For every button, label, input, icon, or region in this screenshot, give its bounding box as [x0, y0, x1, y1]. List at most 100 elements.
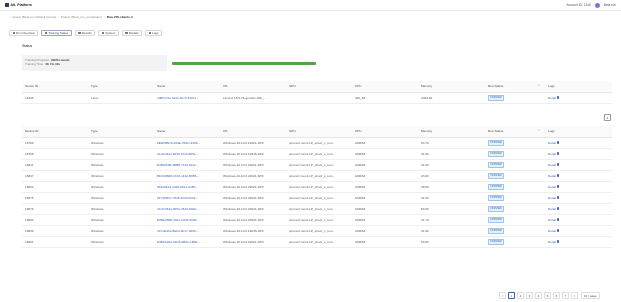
- table-row: 18675 Windows 9F7460FC-7845-2230-0222-... W…: [22, 192, 612, 204]
- overview-icon: [12, 31, 15, 34]
- logs-cell[interactable]: Detail: [545, 159, 612, 171]
- info-icon[interactable]: [556, 207, 560, 210]
- page-button[interactable]: 2: [517, 292, 524, 299]
- logs-cell[interactable]: Detail: [545, 170, 612, 182]
- detail-link[interactable]: Detail: [548, 207, 556, 211]
- app-logo[interactable]: AIL Platform: [5, 3, 32, 7]
- name-link[interactable]: 9F7460FC-7845-2230-0222-...: [154, 192, 220, 204]
- column-header-label: CPU: [355, 129, 362, 134]
- os-cell: Windows-10-10.0.22621-SP0: [220, 137, 286, 149]
- status-badge: FINISHED: [488, 194, 505, 201]
- logs-cell[interactable]: Detail: [545, 148, 612, 160]
- column-header-label: Run Status: [488, 84, 504, 89]
- name-link[interactable]: 82332E13-4329-0814-A38F-...: [154, 181, 220, 193]
- breadcrumb-run: Run-276-clients-4: [106, 14, 133, 19]
- filter-icon[interactable]: ⇅: [538, 84, 540, 87]
- user-name[interactable]: Beta-run: [604, 3, 616, 7]
- run-status-cell: FINISHED: [485, 203, 545, 215]
- detail-link[interactable]: Detail: [548, 229, 556, 233]
- os-cell: Windows-10-10.0.22621-SP0: [220, 159, 286, 171]
- type-cell: Windows: [88, 203, 154, 215]
- tab-models[interactable]: Models: [121, 30, 143, 36]
- tab-training-status[interactable]: Training Status: [41, 30, 72, 36]
- name-link[interactable]: E3B6C200-04C6-0B0A-1B00-...: [154, 236, 220, 248]
- logs-cell[interactable]: Detail: [545, 181, 612, 193]
- tab-results[interactable]: Results: [74, 30, 96, 36]
- avatar[interactable]: [594, 2, 600, 8]
- page-button[interactable]: 7: [562, 292, 569, 299]
- logs-cell[interactable]: Detail: [545, 137, 612, 149]
- detail-link[interactable]: Detail: [548, 141, 556, 145]
- filter-icon[interactable]: ⇅: [538, 129, 540, 132]
- column-header: CPU: [352, 81, 418, 93]
- logs-cell[interactable]: Detail: [545, 192, 612, 204]
- column-header-label: Type: [91, 129, 98, 134]
- column-header-label: Name: [157, 129, 166, 134]
- tab-logs[interactable]: Logs: [145, 30, 163, 36]
- name-link[interactable]: B3660F68-3BBB-7119-6112-...: [154, 159, 220, 171]
- name-link[interactable]: 3d857d7a-3a22-4b73-818f-1...: [154, 92, 220, 104]
- tab-run-overview[interactable]: Run Overview: [9, 30, 39, 36]
- detail-link[interactable]: Detail: [548, 240, 556, 244]
- column-header-label: GPU: [289, 129, 296, 134]
- info-icon[interactable]: [556, 218, 560, 221]
- id-cell: 18136: [22, 92, 88, 104]
- os-cell: Windows-10-10.0.22621-SP0: [220, 181, 286, 193]
- info-icon[interactable]: [556, 152, 560, 155]
- table-row: 18611 Windows B3660F68-3BBB-7119-6112-... W…: [22, 159, 612, 171]
- name-link[interactable]: 4C4C4544-0046-3710-8051-...: [154, 148, 220, 160]
- column-header-label: OS: [223, 84, 228, 89]
- run-status-cell: FINISHED: [485, 214, 545, 226]
- breadcrumb-project[interactable]: Project (Beta_run_production): [61, 15, 102, 19]
- detail-link[interactable]: Detail: [548, 185, 556, 189]
- breadcrumb-separator: >: [57, 14, 60, 19]
- detail-link[interactable]: Detail: [548, 152, 556, 156]
- name-link[interactable]: 0E9D9BC6-263E-7B4C-9306-...: [154, 137, 220, 149]
- name-link[interactable]: BD163B68-2C16-1192-B955-...: [154, 170, 220, 182]
- page-button[interactable]: 5: [544, 292, 551, 299]
- page-button[interactable]: 3: [526, 292, 533, 299]
- info-icon[interactable]: [556, 163, 560, 166]
- page-button[interactable]: 1: [508, 292, 515, 299]
- column-header-label: Name: [157, 84, 166, 89]
- logs-cell[interactable]: Detail: [545, 225, 612, 237]
- logs-cell[interactable]: Detail: [545, 92, 612, 104]
- time-label: Training Time :: [25, 61, 45, 66]
- column-header-label: GPU: [289, 84, 296, 89]
- logs-cell[interactable]: Detail: [545, 203, 612, 215]
- name-link[interactable]: 4C4C4544-005A-3610-8046-...: [154, 203, 220, 215]
- name-link[interactable]: 4371E3A0-5E04-0F17-0099-...: [154, 225, 220, 237]
- gpu-cell: vpumml.meml.LP_struct_c_rem...: [286, 159, 352, 171]
- column-header: Run Status ⇅: [485, 81, 545, 93]
- info-icon[interactable]: [556, 174, 560, 177]
- breadcrumb-group[interactable]: Group (Beta-run Default Group): [12, 15, 56, 19]
- page-button[interactable]: 4: [535, 292, 542, 299]
- table-row: 18760 Windows 0E9D9BC6-263E-7B4C-9306-... W…: [22, 137, 612, 149]
- gpu-cell: vpumml.meml.LP_struct_c_rem...: [286, 236, 352, 248]
- next-page-button[interactable]: >: [571, 292, 578, 299]
- info-icon[interactable]: [556, 240, 560, 243]
- detail-link[interactable]: Detail: [548, 163, 556, 167]
- detail-link[interactable]: Detail: [548, 174, 556, 178]
- name-link[interactable]: E96EA5B0-3321-C636-5000-...: [154, 214, 220, 226]
- info-icon[interactable]: [556, 185, 560, 188]
- info-icon[interactable]: [556, 141, 560, 144]
- prev-page-button[interactable]: <: [499, 292, 506, 299]
- memory-cell: 63.90: [418, 236, 485, 248]
- type-cell: Windows: [88, 181, 154, 193]
- home-icon[interactable]: ⌂: [9, 15, 11, 19]
- tab-system[interactable]: System: [98, 30, 119, 36]
- status-summary: Training Progress : 20/20 rounds Trainin…: [22, 55, 167, 71]
- info-icon[interactable]: [556, 96, 560, 99]
- detail-link[interactable]: Detail: [548, 196, 556, 200]
- os-cell: Windows-10-10.0.22621-SP0: [220, 192, 286, 204]
- info-icon[interactable]: [556, 229, 560, 232]
- detail-link[interactable]: Detail: [548, 96, 556, 100]
- page-button[interactable]: 6: [553, 292, 560, 299]
- server-pagination-page[interactable]: 1: [604, 114, 611, 121]
- info-icon[interactable]: [556, 196, 560, 199]
- logs-cell[interactable]: Detail: [545, 214, 612, 226]
- logs-cell[interactable]: Detail: [545, 236, 612, 248]
- detail-link[interactable]: Detail: [548, 218, 556, 222]
- page-size-select[interactable]: 10 / page: [581, 292, 600, 299]
